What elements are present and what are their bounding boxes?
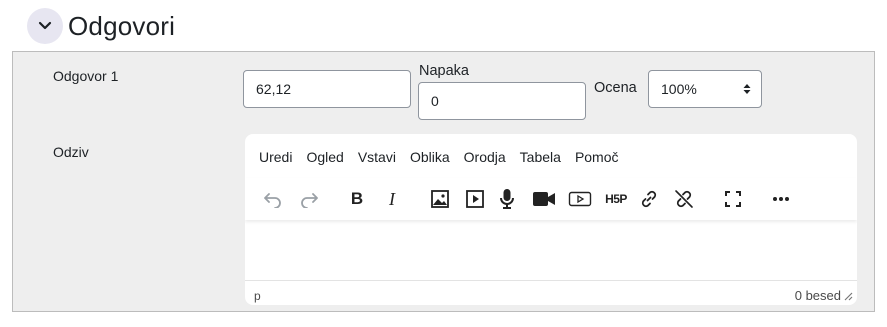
element-path[interactable]: p xyxy=(254,289,261,303)
feedback-editor[interactable]: Uredi Ogled Vstavi Oblika Orodja Tabela … xyxy=(245,134,857,305)
redo-icon xyxy=(301,193,318,208)
section-title: Odgovori xyxy=(68,10,176,41)
answer-label: Odgovor 1 xyxy=(53,68,119,84)
menu-help[interactable]: Pomoč xyxy=(575,149,619,165)
editor-statusbar: p 0 besed xyxy=(245,280,857,305)
grade-label: Ocena xyxy=(594,80,637,96)
video-camera-icon xyxy=(533,192,555,206)
grade-value: 100% xyxy=(661,81,697,97)
tolerance-input[interactable]: 0 xyxy=(418,82,586,120)
grade-select[interactable]: 100% xyxy=(648,70,762,108)
record-audio-button[interactable] xyxy=(494,187,520,211)
menu-edit[interactable]: Uredi xyxy=(259,149,292,165)
record-video-button[interactable] xyxy=(531,187,557,211)
italic-icon: I xyxy=(389,188,395,209)
microphone-icon xyxy=(500,189,514,209)
editor-menubar: Uredi Ogled Vstavi Oblika Orodja Tabela … xyxy=(259,149,633,165)
collapse-button[interactable] xyxy=(27,8,63,44)
media-button[interactable] xyxy=(462,187,488,211)
more-button[interactable] xyxy=(768,187,794,211)
menu-tools[interactable]: Orodja xyxy=(464,149,506,165)
editor-toolbar: B I H5P xyxy=(245,178,857,220)
video-button[interactable] xyxy=(567,187,593,211)
link-button[interactable] xyxy=(636,187,662,211)
editor-content-area[interactable] xyxy=(245,222,857,280)
h5p-button[interactable]: H5P xyxy=(600,187,632,211)
bold-button[interactable]: B xyxy=(344,187,370,211)
unlink-icon xyxy=(675,190,693,208)
menu-table[interactable]: Tabela xyxy=(520,149,561,165)
undo-icon xyxy=(264,193,281,208)
bold-icon: B xyxy=(350,189,364,208)
fullscreen-button[interactable] xyxy=(720,187,746,211)
select-caret-icon xyxy=(743,84,751,94)
video-player-icon xyxy=(568,191,592,207)
redo-button[interactable] xyxy=(296,187,322,211)
menu-view[interactable]: Ogled xyxy=(306,149,343,165)
tolerance-value: 0 xyxy=(431,93,439,109)
resize-handle-icon[interactable] xyxy=(844,292,853,301)
section-header: Odgovori xyxy=(27,8,175,44)
h5p-icon: H5P xyxy=(605,192,627,206)
answer-value: 62,12 xyxy=(256,81,292,97)
more-icon xyxy=(773,197,789,201)
menu-format[interactable]: Oblika xyxy=(410,149,450,165)
fullscreen-icon xyxy=(725,191,741,207)
image-icon xyxy=(431,190,449,208)
media-icon xyxy=(466,190,484,208)
image-button[interactable] xyxy=(427,187,453,211)
chevron-down-icon xyxy=(38,21,52,30)
italic-button[interactable]: I xyxy=(379,187,405,211)
link-icon xyxy=(641,190,657,208)
menu-insert[interactable]: Vstavi xyxy=(358,149,396,165)
word-count[interactable]: 0 besed xyxy=(795,288,841,303)
unlink-button[interactable] xyxy=(671,187,697,211)
tolerance-label: Napaka xyxy=(419,63,469,79)
undo-button[interactable] xyxy=(260,187,286,211)
feedback-label: Odziv xyxy=(53,144,89,160)
answer-input[interactable]: 62,12 xyxy=(243,70,411,108)
